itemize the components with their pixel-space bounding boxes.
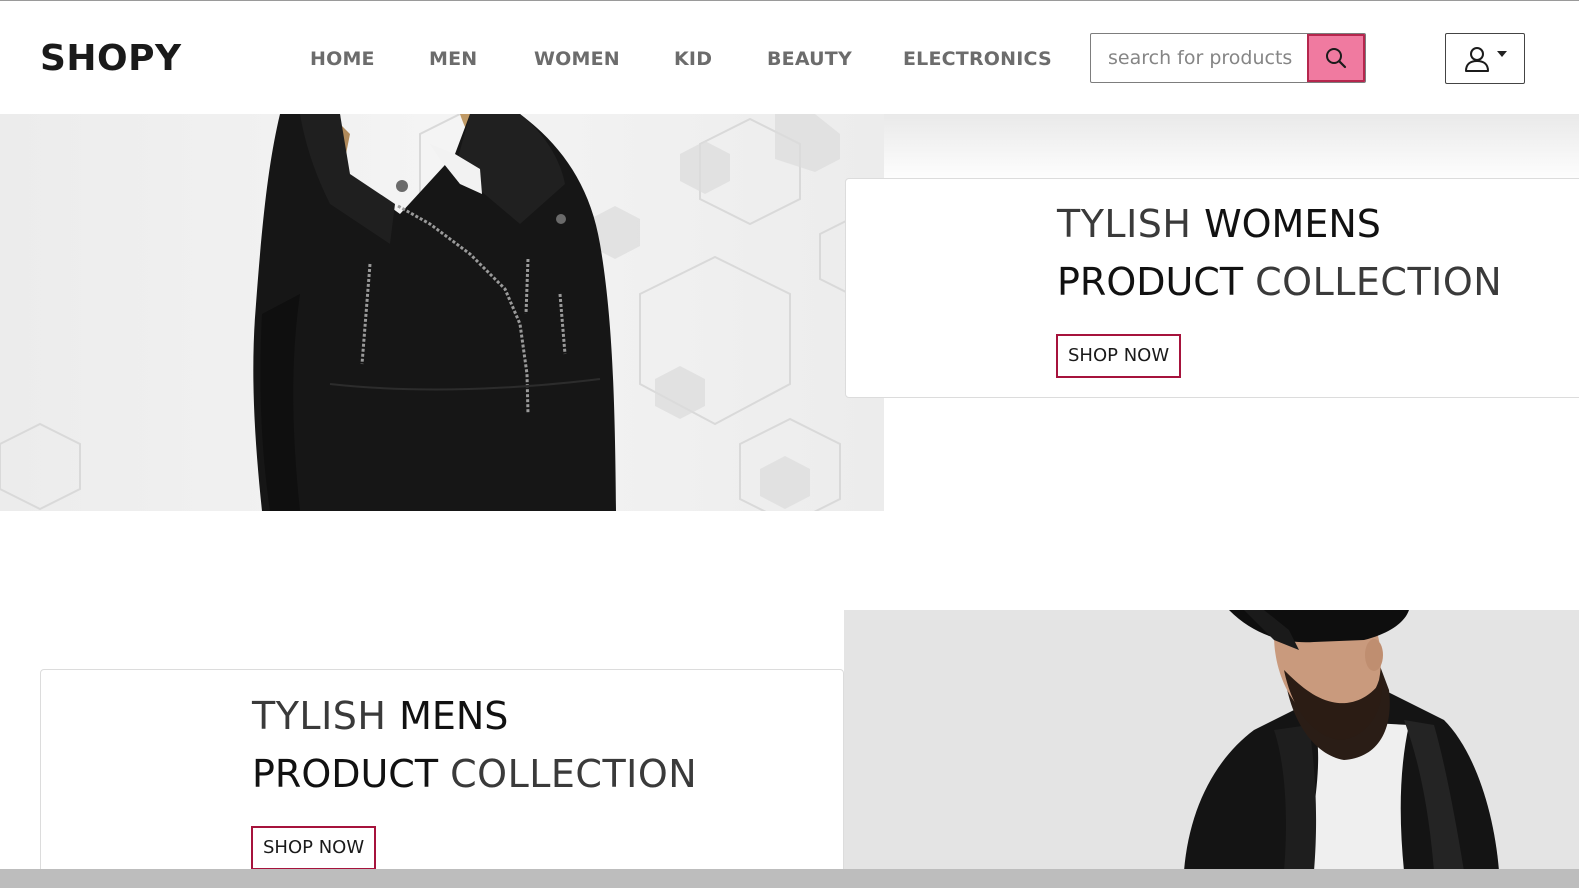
women-promo-heading-line1: TYLISH WOMENS <box>1057 201 1381 247</box>
horizontal-scrollbar[interactable] <box>0 869 1579 888</box>
nav-kid[interactable]: KID <box>674 47 712 71</box>
men-collection-image <box>844 610 1579 871</box>
women-heading-light-2: COLLECTION <box>1255 260 1503 304</box>
men-heading-light: TYLISH <box>252 694 400 738</box>
men-promo-heading-line2: PRODUCT COLLECTION <box>252 751 697 797</box>
women-promo-heading-line2: PRODUCT COLLECTION <box>1057 259 1502 305</box>
search-icon <box>1326 48 1347 69</box>
men-heading-light-2: COLLECTION <box>450 752 698 796</box>
search-input[interactable] <box>1091 34 1307 82</box>
nav-beauty[interactable]: BEAUTY <box>767 47 852 71</box>
search-button[interactable] <box>1307 34 1365 82</box>
women-promo-card: TYLISH WOMENS PRODUCT COLLECTION SHOP NO… <box>845 178 1579 398</box>
site-header: SHOPY HOME MEN WOMEN KID BEAUTY ELECTRON… <box>0 1 1579 114</box>
men-heading-strong-2: PRODUCT <box>252 752 451 796</box>
women-heading-strong: WOMENS <box>1204 202 1381 246</box>
women-heading-strong-2: PRODUCT <box>1057 260 1256 304</box>
men-promo-card: TYLISH MENS PRODUCT COLLECTION SHOP NOW <box>40 669 844 888</box>
men-heading-strong: MENS <box>399 694 509 738</box>
women-collection-image <box>0 114 884 511</box>
hero-top-shadow <box>884 114 1579 184</box>
woman-black-jacket-photo <box>0 114 884 511</box>
user-icon <box>1465 46 1489 72</box>
nav-men[interactable]: MEN <box>429 47 477 71</box>
search-form <box>1090 33 1366 83</box>
caret-down-icon <box>1497 50 1507 57</box>
men-shop-now-button[interactable]: SHOP NOW <box>251 826 377 870</box>
women-heading-light: TYLISH <box>1057 202 1205 246</box>
brand-logo[interactable]: SHOPY <box>40 37 182 81</box>
nav-women[interactable]: WOMEN <box>534 47 620 71</box>
women-shop-now-button[interactable]: SHOP NOW <box>1056 334 1182 378</box>
bearded-man-cap-photo <box>844 610 1579 871</box>
men-promo-heading-line1: TYLISH MENS <box>252 693 508 739</box>
account-dropdown-button[interactable] <box>1445 33 1525 84</box>
nav-home[interactable]: HOME <box>310 47 375 71</box>
nav-electronics[interactable]: ELECTRONICS <box>903 47 1052 71</box>
